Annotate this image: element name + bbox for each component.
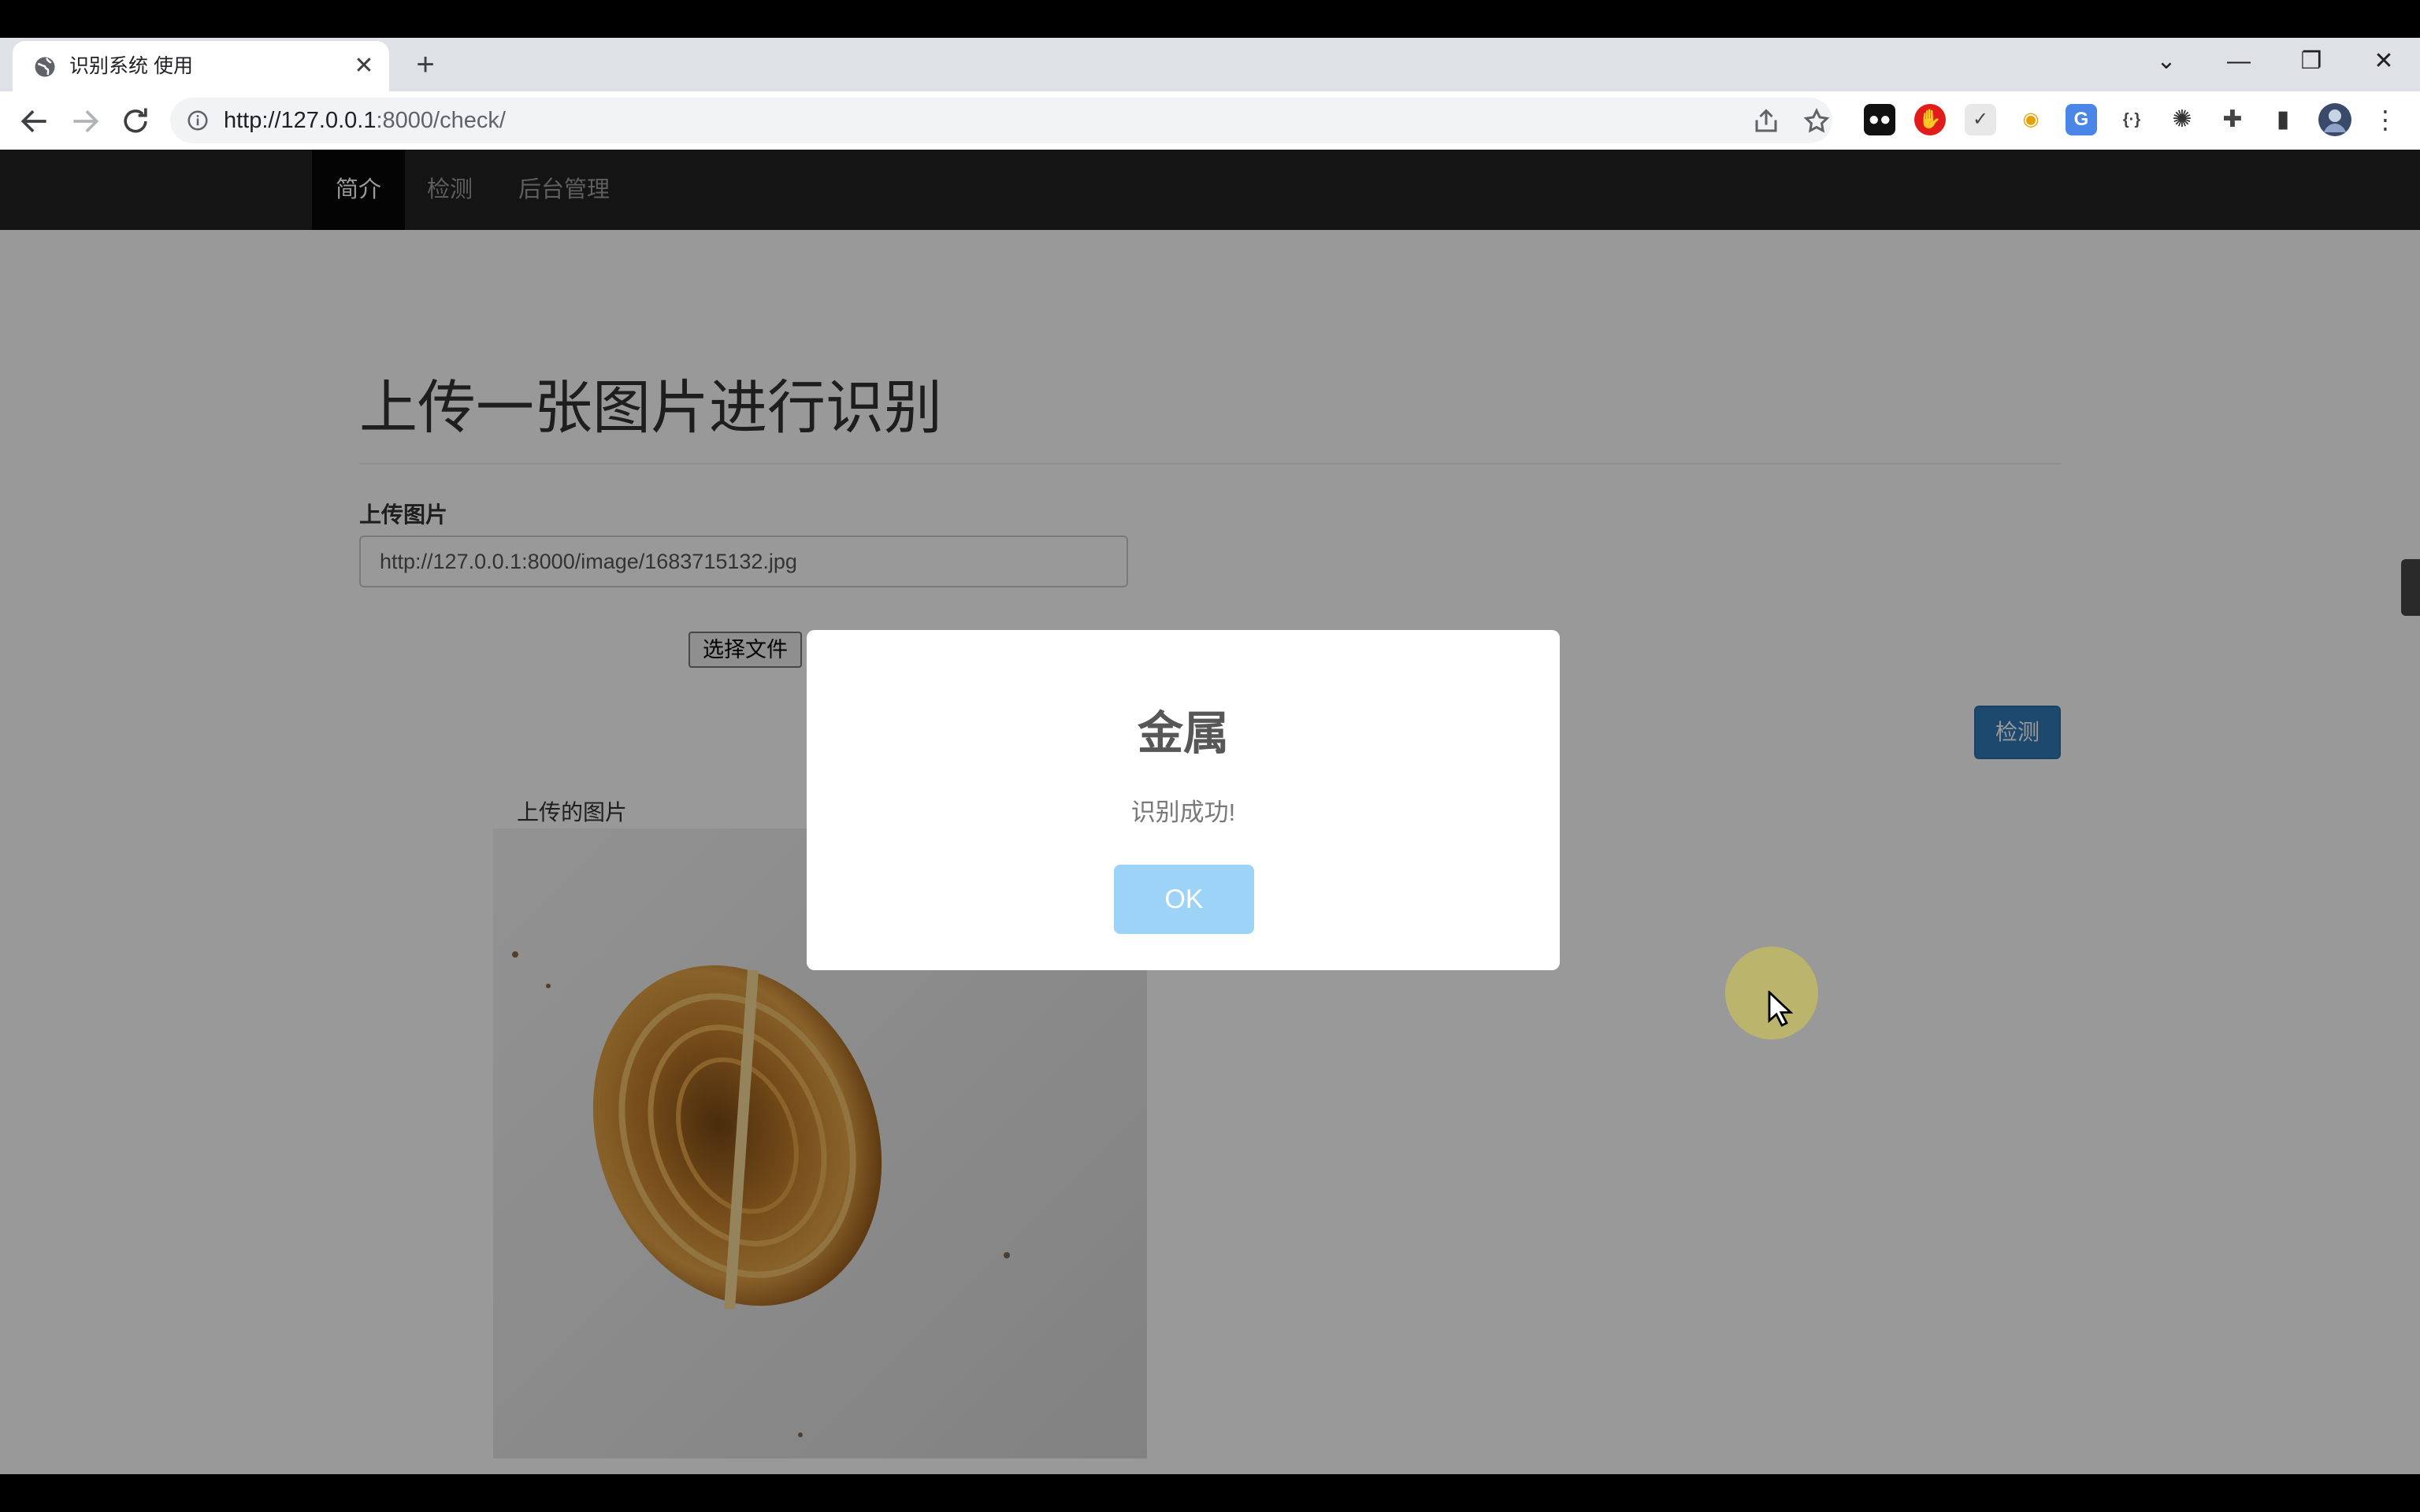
restore-icon[interactable]: ❐ bbox=[2289, 44, 2333, 79]
url-path: :8000/check/ bbox=[376, 108, 506, 133]
tab-close-icon[interactable]: ✕ bbox=[350, 52, 378, 80]
extensions-puzzle-icon[interactable]: ✚ bbox=[2217, 104, 2248, 135]
google-translate-icon[interactable]: G bbox=[2066, 104, 2097, 135]
site-info-icon[interactable] bbox=[186, 109, 210, 132]
minimize-icon[interactable]: — bbox=[2217, 44, 2261, 79]
dialog-message: 识别成功! bbox=[1130, 799, 1236, 826]
dialog-title: 金属 bbox=[1137, 708, 1229, 759]
globe-icon bbox=[35, 57, 55, 77]
adblock-icon[interactable]: ✋ bbox=[1914, 104, 1946, 135]
reload-icon[interactable] bbox=[118, 104, 153, 139]
chrome-color-icon[interactable]: ◉ bbox=[2015, 104, 2047, 135]
profile-avatar[interactable] bbox=[2318, 102, 2352, 137]
url-host: http://127.0.0.1 bbox=[224, 108, 377, 133]
tab-search-icon[interactable]: ⌄ bbox=[2144, 44, 2188, 79]
checkmark-extension-icon[interactable]: ✓ bbox=[1965, 104, 1996, 135]
code-extension-icon[interactable]: {·} bbox=[2116, 104, 2147, 135]
tampermonkey-icon[interactable]: ●● bbox=[1864, 104, 1895, 135]
bookmark-star-icon[interactable] bbox=[1802, 107, 1831, 135]
browser-menu-icon[interactable]: ⋮ bbox=[2371, 104, 2400, 135]
browser-toolbar: http://127.0.0.1:8000/check/ bbox=[0, 91, 2420, 150]
window-close-icon[interactable]: ✕ bbox=[2362, 44, 2406, 79]
page-viewport: 简介 检测 后台管理 上传一张图片进行识别 上传图片 http://127.0.… bbox=[0, 150, 2420, 1474]
screen-top-border bbox=[0, 0, 2420, 38]
url-text: http://127.0.0.1:8000/check/ bbox=[224, 98, 506, 143]
openai-icon[interactable]: ✺ bbox=[2166, 104, 2198, 135]
address-bar[interactable]: http://127.0.0.1:8000/check/ bbox=[170, 98, 1832, 143]
screen-bottom-border bbox=[0, 1474, 2420, 1512]
alert-dialog: 金属 识别成功! OK bbox=[807, 630, 1560, 970]
side-panel-handle[interactable] bbox=[2401, 559, 2420, 616]
screen: 识别系统 使用 ✕ + ⌄ — ❐ ✕ http://127.0.0.1:800… bbox=[0, 0, 2420, 1512]
share-icon[interactable] bbox=[1752, 107, 1780, 135]
mouse-pointer-icon bbox=[1768, 991, 1793, 1027]
ok-button[interactable]: OK bbox=[1114, 865, 1254, 934]
browser-tab[interactable]: 识别系统 使用 ✕ bbox=[13, 41, 389, 91]
side-panel-icon[interactable]: ▮ bbox=[2267, 104, 2299, 135]
tab-title: 识别系统 使用 bbox=[69, 55, 193, 77]
new-tab-icon[interactable]: + bbox=[408, 47, 443, 82]
forward-arrow-icon[interactable] bbox=[68, 104, 102, 139]
back-arrow-icon[interactable] bbox=[17, 104, 52, 139]
